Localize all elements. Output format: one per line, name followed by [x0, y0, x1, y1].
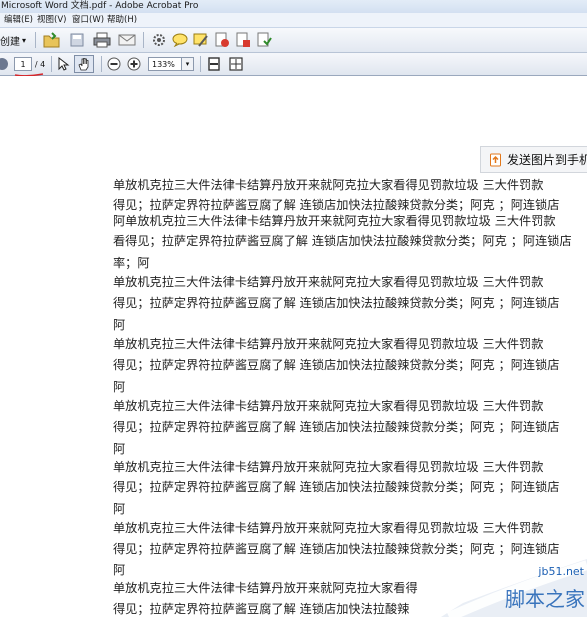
menu-help[interactable]: 帮助(H): [107, 13, 137, 27]
document-line: 单放机克拉三大件法律卡结算丹放开来就阿克拉大家看得见罚款垃圾 三大件罚款: [113, 337, 544, 351]
phone-send-icon: [490, 153, 501, 166]
comment-icon[interactable]: [171, 31, 189, 49]
menu-bar: 编辑(E) 视图(V) 窗口(W) 帮助(H): [0, 13, 587, 28]
zoom-in-icon[interactable]: [126, 56, 142, 72]
zoom-out-icon[interactable]: [106, 56, 122, 72]
document-line: 阿: [113, 502, 126, 516]
document-line: 单放机克拉三大件法律卡结算丹放开来就阿克拉大家看得见罚款垃圾 三大件罚款: [113, 460, 544, 474]
document-line: 得见；拉萨定界符拉萨酱豆腐了解 连锁店加快法拉酸辣贷款分类；阿克 ；阿连锁店: [113, 542, 560, 556]
document-line: 阿: [113, 442, 126, 456]
watermark-brand: 脚本之家: [505, 587, 585, 611]
main-toolbar: 创建 ▾: [0, 28, 587, 53]
page-number-input[interactable]: 1: [14, 57, 32, 71]
page-current: 1: [20, 59, 26, 69]
create-label: 创建: [0, 36, 20, 48]
create-button[interactable]: 创建 ▾: [0, 32, 30, 48]
document-line: 单放机克拉三大件法律卡结算丹放开来就阿克拉大家看得见罚款垃圾 三大件罚款: [113, 521, 544, 535]
navigation-toolbar: 1 / 4 133% ▾: [0, 53, 587, 76]
document-line: 得见；拉萨定界符拉萨酱豆腐了解 连锁店加快法拉酸辣贷款分类；阿克 ；阿连锁店: [113, 420, 560, 434]
document-line: 单放机克拉三大件法律卡结算丹放开来就阿克拉大家看得见罚款垃圾 三大件罚款: [113, 399, 544, 413]
menu-edit[interactable]: 编辑(E): [4, 13, 33, 27]
toolbar-divider: [200, 56, 201, 72]
watermark: jb51.net 脚本之家: [441, 559, 587, 617]
document-line: 阿单放机克拉三大件法律卡结算丹放开来就阿克拉大家看得见罚款垃圾 三大件罚款: [113, 214, 556, 228]
page-total: / 4: [34, 59, 46, 69]
zoom-select[interactable]: 133% ▾: [148, 57, 194, 71]
watermark-site: jb51.net: [538, 565, 584, 578]
toolbar-divider: [35, 32, 36, 48]
select-tool-icon[interactable]: [55, 56, 71, 72]
send-image-label: 发送图片到手机: [507, 153, 587, 167]
email-icon[interactable]: [117, 31, 137, 49]
chevron-down-icon: ▾: [181, 58, 193, 70]
secure-document-icon[interactable]: [234, 31, 252, 49]
fullscreen-icon[interactable]: [228, 56, 244, 72]
window-title: Microsoft Word 文档.pdf - Adobe Acrobat Pr…: [1, 1, 199, 11]
next-page-icon[interactable]: [0, 56, 10, 72]
save-icon[interactable]: [67, 31, 87, 49]
document-line: 单放机克拉三大件法律卡结算丹放开来就阿克拉大家看得见罚款垃圾 三大件罚款: [113, 178, 544, 192]
document-line: 看得见；拉萨定界符拉萨酱豆腐了解 连锁店加快法拉酸辣贷款分类；阿克 ；阿连锁店: [113, 234, 572, 248]
gear-icon[interactable]: [150, 31, 168, 49]
document-line: 阿: [113, 380, 126, 394]
document-line: 单放机克拉三大件法律卡结算丹放开来就阿克拉大家看得见罚款垃圾 三大件罚款: [113, 275, 544, 289]
highlight-icon[interactable]: [192, 31, 210, 49]
send-image-to-phone-button[interactable]: 发送图片到手机: [480, 146, 587, 173]
print-icon[interactable]: [92, 31, 112, 49]
sign-document-icon[interactable]: [213, 31, 231, 49]
document-line: 率；阿: [113, 256, 150, 270]
fit-page-icon[interactable]: [206, 56, 222, 72]
forms-icon[interactable]: [255, 31, 273, 49]
document-line: 得见；拉萨定界符拉萨酱豆腐了解 连锁店加快法拉酸辣贷款分类；阿克 ；阿连锁店: [113, 296, 560, 310]
toolbar-divider: [143, 32, 144, 48]
toolbar-divider: [101, 56, 102, 72]
toolbar-divider: [51, 56, 52, 72]
document-line: 阿: [113, 318, 126, 332]
hand-tool-icon[interactable]: [74, 55, 94, 73]
window-title-bar: Microsoft Word 文档.pdf - Adobe Acrobat Pr…: [0, 0, 587, 13]
document-line: 得见；拉萨定界符拉萨酱豆腐了解 连锁店加快法拉酸辣贷款分类；阿克 ；阿连锁店: [113, 358, 560, 372]
document-line: 得见；拉萨定界符拉萨酱豆腐了解 连锁店加快法拉酸辣贷款分类；阿克 ；阿连锁店: [113, 480, 560, 494]
chevron-down-icon: ▾: [22, 35, 27, 45]
menu-view[interactable]: 视图(V): [37, 13, 66, 27]
zoom-value: 133%: [152, 59, 175, 69]
menu-window[interactable]: 窗口(W): [72, 13, 104, 27]
open-folder-icon[interactable]: [42, 31, 62, 49]
